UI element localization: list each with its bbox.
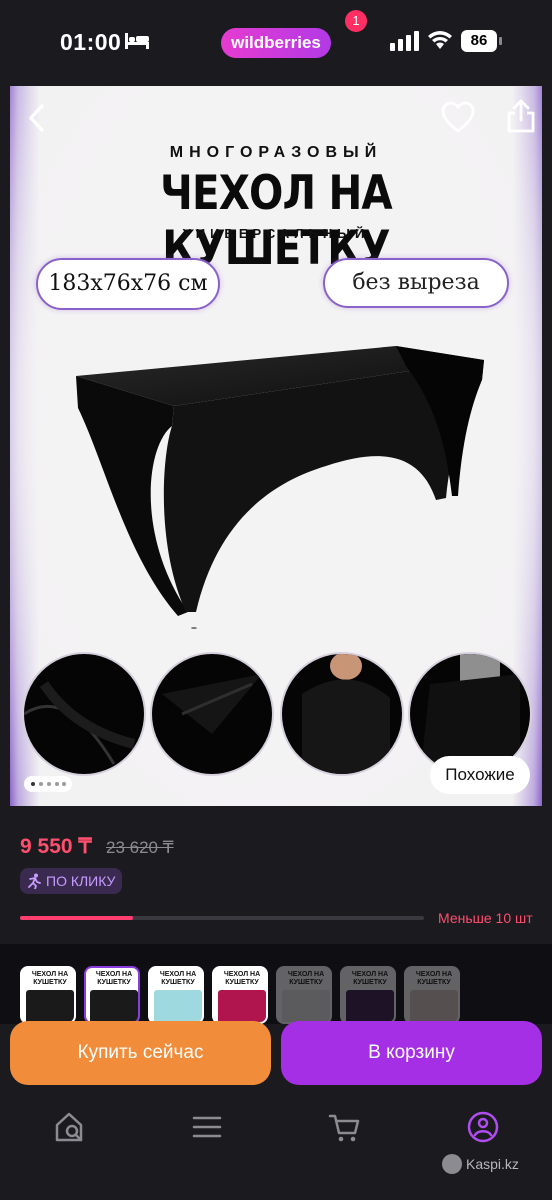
old-price: 23 620 ₸ <box>106 838 174 857</box>
share-icon[interactable] <box>504 98 538 134</box>
detail-photo-stretch[interactable] <box>280 652 404 776</box>
size-label: 183х76х76 см <box>36 258 220 310</box>
status-time: 01:00 <box>60 29 122 55</box>
table-cover-illustration <box>76 346 484 629</box>
carousel-dot <box>47 782 51 786</box>
title-top-line: МНОГОРАЗОВЫЙ <box>169 144 383 161</box>
kaspi-logo <box>442 1154 462 1174</box>
current-price: 9 550 ₸ <box>20 835 92 858</box>
add-to-cart-button[interactable]: В корзину <box>281 1021 542 1085</box>
variant-swatch <box>346 990 394 1022</box>
screen: 01:00 wildberries 86 МНОГОРАЗОВЫЙ ЧЕХОЛ … <box>0 0 552 1200</box>
variant-title: ЧЕХОЛ НА КУШЕТКУ <box>159 971 197 986</box>
buy-now-button[interactable]: Купить сейчас <box>10 1021 271 1085</box>
catalog-menu-icon[interactable] <box>190 1110 224 1144</box>
stock-progress <box>20 916 424 920</box>
variant-swatch <box>410 990 458 1022</box>
color-variant[interactable]: ЧЕХОЛ НА КУШЕТКУ <box>20 966 76 1024</box>
color-variants: ЧЕХОЛ НА КУШЕТКУ ЧЕХОЛ НА КУШЕТКУ ЧЕХОЛ НА… <box>0 944 552 1024</box>
wifi-icon <box>428 31 452 49</box>
variant-title: ЧЕХОЛ НА КУШЕТКУ <box>95 971 133 986</box>
signal-icon <box>390 31 419 51</box>
variant-title: ЧЕХОЛ НА КУШЕТКУ <box>287 971 325 986</box>
variant-swatch <box>90 990 138 1022</box>
app-badge[interactable]: wildberries <box>221 28 331 58</box>
color-variant[interactable]: ЧЕХОЛ НА КУШЕТКУ <box>340 966 396 1024</box>
battery-level: 86 <box>461 30 497 52</box>
variant-title: ЧЕХОЛ НА КУШЕТКУ <box>31 971 69 986</box>
tab-bar <box>0 1096 552 1200</box>
carousel-indicator <box>24 776 72 792</box>
sleep-mode-icon <box>125 33 149 49</box>
title-bottom-line: УНИВЕРСАЛЬНЫЙ <box>182 226 370 241</box>
battery-indicator: 86 <box>461 30 503 52</box>
color-variant[interactable]: ЧЕХОЛ НА КУШЕТКУ <box>276 966 332 1024</box>
product-gallery[interactable]: МНОГОРАЗОВЫЙ ЧЕХОЛ НА КУШЕТКУ УНИВЕРСАЛЬ… <box>10 86 542 806</box>
heart-icon[interactable] <box>440 100 476 136</box>
color-variant[interactable]: ЧЕХОЛ НА КУШЕТКУ <box>404 966 460 1024</box>
variant-swatch <box>26 990 74 1022</box>
detail-photo-hem[interactable] <box>150 652 274 776</box>
watermark: Kaspi.kz <box>442 1154 519 1174</box>
color-variant[interactable]: ЧЕХОЛ НА КУШЕТКУ <box>84 966 140 1024</box>
variant-title: ЧЕХОЛ НА КУШЕТКУ <box>351 971 389 986</box>
watermark-text: Kaspi.kz <box>466 1156 519 1172</box>
color-variant[interactable]: ЧЕХОЛ НА КУШЕТКУ <box>212 966 268 1024</box>
variant-swatch <box>154 990 202 1022</box>
home-search-icon[interactable] <box>54 1110 88 1144</box>
battery-cap <box>499 37 502 45</box>
color-variant[interactable]: ЧЕХОЛ НА КУШЕТКУ <box>148 966 204 1024</box>
profile-icon[interactable] <box>466 1110 500 1144</box>
carousel-dot <box>62 782 66 786</box>
stock-text: Меньше 10 шт <box>438 910 533 926</box>
detail-photo-seam[interactable] <box>22 652 146 776</box>
variant-swatch <box>282 990 330 1022</box>
status-bar: 01:00 wildberries 86 <box>0 0 552 80</box>
back-icon[interactable] <box>20 100 56 136</box>
cut-label: без выреза <box>323 258 509 308</box>
promo-badge[interactable]: ПО КЛИКУ <box>20 868 122 894</box>
carousel-dot <box>31 782 35 786</box>
cart-badge: 1 <box>345 10 367 32</box>
promo-label: ПО КЛИКУ <box>46 873 116 889</box>
stock-progress-fill <box>20 916 134 920</box>
similar-button[interactable]: Похожие <box>430 756 530 794</box>
variant-title: ЧЕХОЛ НА КУШЕТКУ <box>415 971 453 986</box>
variant-title: ЧЕХОЛ НА КУШЕТКУ <box>223 971 261 986</box>
carousel-dot <box>39 782 43 786</box>
cart-icon[interactable] <box>328 1110 362 1144</box>
carousel-dot <box>55 782 59 786</box>
running-person-icon <box>28 873 41 889</box>
variant-swatch <box>218 990 266 1022</box>
